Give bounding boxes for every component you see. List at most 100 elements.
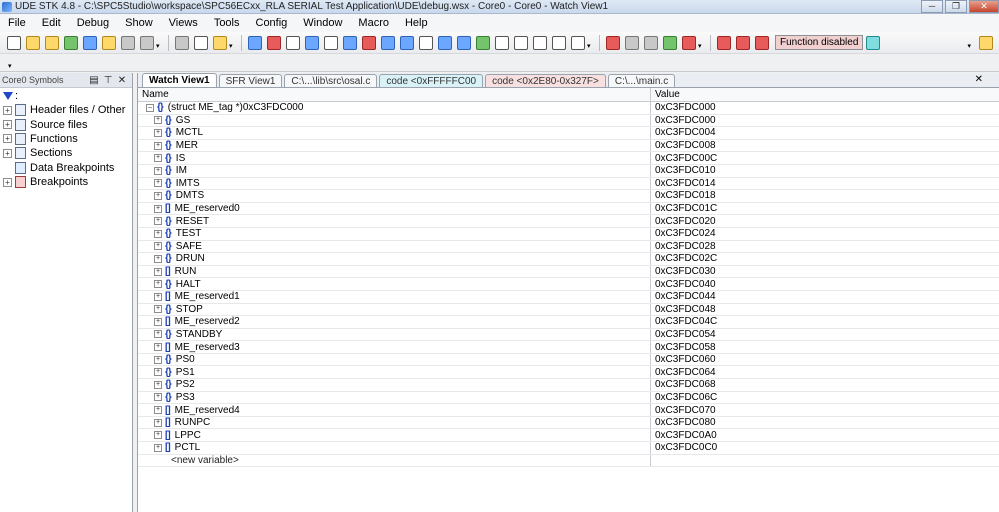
tab-main-c[interactable]: C:\...\main.c [607,74,676,87]
table-icon[interactable] [513,35,528,50]
stop-icon[interactable] [754,35,769,50]
tree-item-data-breakpoints[interactable]: + Data Breakpoints [0,161,132,175]
table-row-new-variable[interactable]: <new variable> [138,454,999,468]
table-row[interactable]: +{} RESET 0xC3FDC020 [138,215,999,228]
expand-icon[interactable]: + [3,120,12,130]
expand-icon[interactable]: + [154,406,162,415]
menu-debug[interactable]: Debug [69,17,117,29]
expand-icon[interactable]: + [154,217,162,226]
table-row[interactable]: +{} STANDBY 0xC3FDC054 [138,328,999,342]
table-row[interactable]: +{} HALT 0xC3FDC040 [138,278,999,291]
expand-icon[interactable]: + [154,292,162,301]
table-row[interactable]: +{} IMTS 0xC3FDC014 [138,177,999,191]
code-view-icon[interactable] [285,35,300,50]
row-value-cell[interactable]: 0xC3FDC010 [651,165,999,177]
menu-window[interactable]: Window [295,17,350,29]
tree-item-header-files[interactable]: + Header files / Other [0,103,132,117]
table-row[interactable]: +{} IM 0xC3FDC010 [138,164,999,178]
expand-icon[interactable]: + [154,141,162,150]
table-row[interactable]: +{} PS2 0xC3FDC068 [138,379,999,392]
expand-icon[interactable]: + [3,148,12,158]
expand-icon[interactable]: + [154,280,162,289]
table-row[interactable]: +{} IS 0xC3FDC00C [138,152,999,165]
tab-sfr-view1[interactable]: SFR View1 [218,74,283,87]
expand-icon[interactable]: + [154,191,162,200]
arrow-right-icon[interactable] [979,35,993,50]
expand-icon[interactable]: + [3,177,12,187]
chart-icon[interactable] [494,35,509,50]
table-row[interactable]: +[] ME_reserved4 0xC3FDC070 [138,404,999,417]
tree-item-source-files[interactable]: + Source files [0,117,132,131]
run-icon[interactable] [662,35,677,50]
expand-icon[interactable]: + [154,154,162,163]
reset-target-icon[interactable] [605,35,620,50]
table-row[interactable]: +{} MCTL 0xC3FDC004 [138,127,999,140]
menu-edit[interactable]: Edit [34,17,69,29]
window-icon[interactable] [532,35,547,50]
expand-icon[interactable]: + [154,343,162,352]
table-row[interactable]: +[] ME_reserved0 0xC3FDC01C [138,202,999,216]
tree-item-sections[interactable]: + Sections [0,146,132,160]
chevron-down-icon[interactable]: ▾ [229,36,236,50]
panel-menu-icon[interactable]: ▤ [88,75,100,86]
expand-icon[interactable]: + [154,418,162,427]
paste-icon[interactable] [212,35,227,50]
table-row[interactable]: +{} PS0 0xC3FDC060 [138,353,999,367]
close-icon[interactable]: ✕ [975,74,983,85]
expand-icon[interactable]: + [154,431,162,440]
table-row[interactable]: +[] PCTL 0xC3FDC0C0 [138,442,999,455]
save-icon[interactable] [82,35,97,50]
row-value-cell[interactable]: 0xC3FDC030 [651,266,999,278]
expand-icon[interactable]: + [154,393,162,402]
row-value-cell[interactable]: 0xC3FDC014 [651,178,999,190]
table-row[interactable]: +{} GS 0xC3FDC000 [138,114,999,128]
column-header-name[interactable]: Name [138,88,651,101]
expand-icon[interactable]: + [3,134,12,144]
clear-breakpoint-icon[interactable] [735,35,750,50]
function-breakpoint-icon[interactable] [716,35,731,50]
table-row[interactable]: +{} MER 0xC3FDC008 [138,139,999,153]
sfr-view-icon[interactable] [323,35,338,50]
row-value-cell[interactable]: 0xC3FDC0A0 [651,429,999,441]
chevron-down-icon[interactable]: ▾ [968,36,975,50]
row-value-cell[interactable]: 0xC3FDC044 [651,291,999,303]
expand-icon[interactable]: + [154,368,162,377]
table-row[interactable]: +{} PS1 0xC3FDC064 [138,366,999,380]
menu-file[interactable]: File [0,17,34,29]
expand-icon[interactable]: + [154,166,162,175]
expand-icon[interactable]: + [154,229,162,238]
break-icon[interactable] [681,35,696,50]
chevron-down-icon[interactable]: ▾ [8,56,15,70]
expand-icon[interactable]: + [154,128,162,137]
open-folder-icon[interactable] [25,35,40,50]
watch-view-icon[interactable] [342,35,357,50]
tab-watch-view1[interactable]: Watch View1 [142,73,217,87]
save-all-icon[interactable] [101,35,116,50]
expand-icon[interactable]: + [154,116,162,125]
row-value-cell[interactable]: 0xC3FDC040 [651,278,999,290]
table-row[interactable]: +[] LPPC 0xC3FDC0A0 [138,429,999,443]
row-value-cell[interactable]: 0xC3FDC064 [651,366,999,378]
menu-help[interactable]: Help [397,17,436,29]
menu-tools[interactable]: Tools [206,17,248,29]
open-project-icon[interactable] [63,35,78,50]
trace-icon[interactable] [418,35,433,50]
symbol-filter[interactable]: : [0,88,132,103]
copy-icon[interactable] [193,35,208,50]
expand-icon[interactable]: + [154,254,162,263]
table-row[interactable]: +{} PS3 0xC3FDC06C [138,391,999,405]
restore-icon[interactable]: ❐ [945,0,967,13]
column-header-value[interactable]: Value [651,88,999,101]
expand-icon[interactable]: + [154,330,162,339]
graph-icon[interactable] [456,35,471,50]
row-value-cell[interactable]: 0xC3FDC000 [651,102,999,114]
cut-icon[interactable] [174,35,189,50]
breakpoint-toggle-icon[interactable] [643,35,658,50]
close-window-icon[interactable]: ✕ [969,0,999,13]
expand-icon[interactable]: + [154,317,162,326]
row-value-cell[interactable]: 0xC3FDC048 [651,304,999,316]
row-value-cell[interactable]: 0xC3FDC054 [651,329,999,341]
row-value-cell[interactable]: 0xC3FDC06C [651,392,999,404]
table-row[interactable]: +[] ME_reserved3 0xC3FDC058 [138,341,999,354]
row-value-cell[interactable]: 0xC3FDC028 [651,241,999,253]
